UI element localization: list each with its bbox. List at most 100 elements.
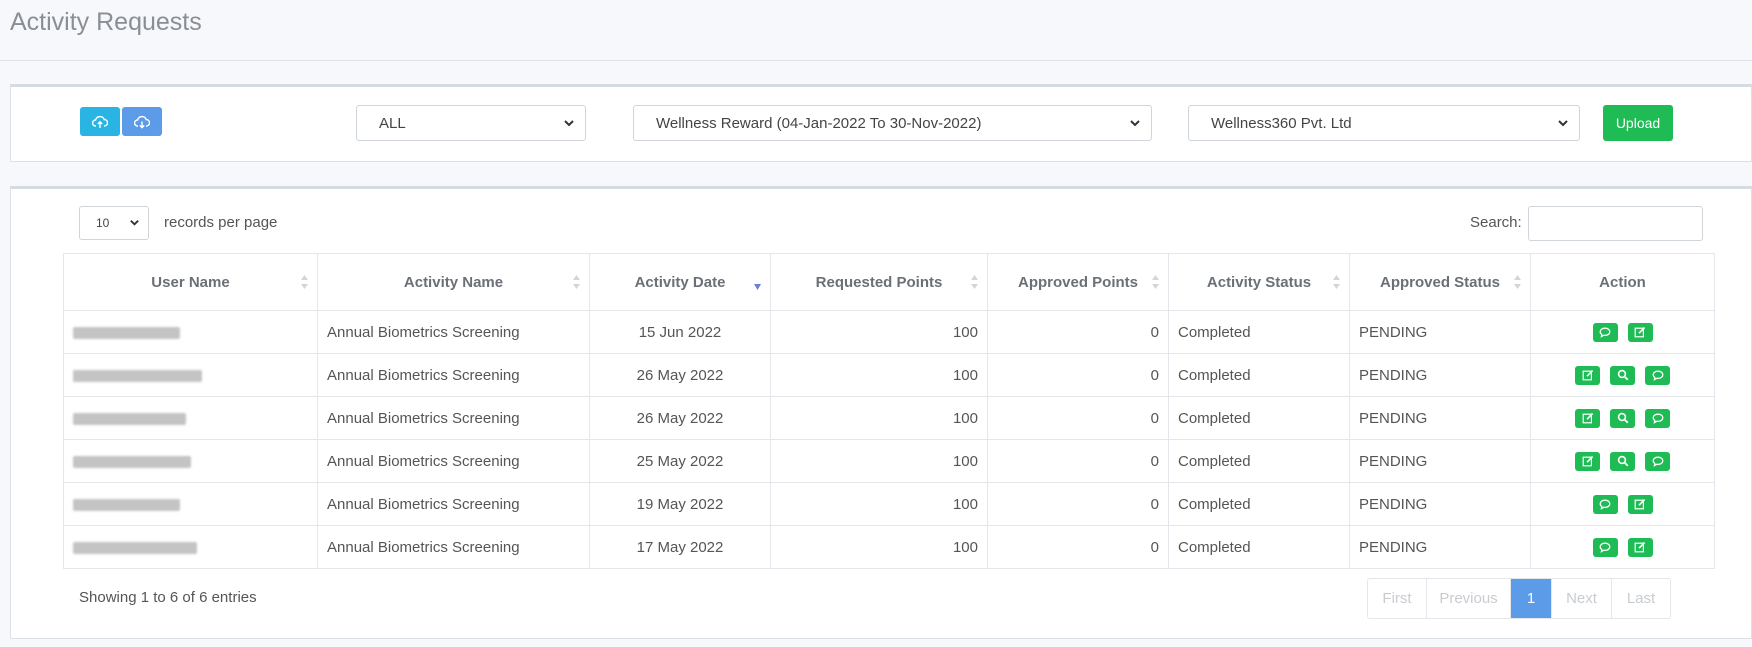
search-icon <box>1617 412 1628 424</box>
cell-approved-status: PENDING <box>1349 439 1531 483</box>
records-per-page-select[interactable]: 10 <box>79 206 149 240</box>
page-title: Activity Requests <box>10 8 202 36</box>
cloud-upload-icon <box>92 115 108 128</box>
edit-icon <box>1582 456 1593 467</box>
cell-activity-name: Annual Biometrics Screening <box>317 310 590 354</box>
search-button[interactable] <box>1610 408 1635 428</box>
comment-button[interactable] <box>1592 494 1618 514</box>
program-select-value: Wellness Reward (04-Jan-2022 To 30-Nov-2… <box>656 114 982 132</box>
column-header-action: Action <box>1530 253 1715 311</box>
cell-user-name <box>63 353 318 397</box>
cell-action <box>1530 482 1715 526</box>
filter-panel: ALL Wellness Reward (04-Jan-2022 To 30-N… <box>10 84 1752 162</box>
edit-button[interactable] <box>1575 365 1600 385</box>
cell-action <box>1530 353 1715 397</box>
comment-button[interactable] <box>1592 322 1618 342</box>
table-panel: 10 records per page Search: User Name Ac… <box>10 186 1752 639</box>
cell-action <box>1530 525 1715 569</box>
activity-requests-table: User Name Activity Name Activity Date Re… <box>63 253 1715 569</box>
download-cloud-button[interactable] <box>122 107 162 136</box>
sort-icon <box>1333 275 1340 289</box>
edit-button[interactable] <box>1627 537 1653 557</box>
upload-button[interactable]: Upload <box>1603 105 1673 141</box>
edit-button[interactable] <box>1575 451 1600 471</box>
edit-icon <box>1582 370 1593 381</box>
records-per-page-value: 10 <box>96 216 110 230</box>
pagination-first[interactable]: First <box>1368 579 1427 618</box>
redacted-user-name <box>73 498 180 511</box>
edit-button[interactable] <box>1575 408 1600 428</box>
redacted-user-name <box>73 326 180 339</box>
table-row: Annual Biometrics Screening 19 May 2022 10… <box>63 482 1715 526</box>
cell-activity-date: 26 May 2022 <box>589 396 771 440</box>
pagination-previous[interactable]: Previous <box>1427 579 1511 618</box>
cell-activity-name: Annual Biometrics Screening <box>317 353 590 397</box>
type-select[interactable]: ALL <box>356 105 586 141</box>
cell-approved-points: 0 <box>987 396 1169 440</box>
search-input[interactable] <box>1528 206 1703 241</box>
cell-requested-points: 100 <box>770 310 988 354</box>
chevron-down-icon <box>130 220 139 226</box>
cell-approved-status: PENDING <box>1349 310 1531 354</box>
program-select[interactable]: Wellness Reward (04-Jan-2022 To 30-Nov-2… <box>633 105 1152 141</box>
cell-user-name <box>63 439 318 483</box>
cell-approved-points: 0 <box>987 525 1169 569</box>
edit-button[interactable] <box>1627 494 1653 514</box>
column-header-activity-status[interactable]: Activity Status <box>1168 253 1350 311</box>
cell-activity-status: Completed <box>1168 482 1350 526</box>
company-select-value: Wellness360 Pvt. Ltd <box>1211 114 1352 132</box>
comment-button[interactable] <box>1645 365 1670 385</box>
type-select-value: ALL <box>379 114 406 132</box>
table-header-row: User Name Activity Name Activity Date Re… <box>63 253 1715 311</box>
edit-icon <box>1634 542 1646 553</box>
cell-action <box>1530 310 1715 354</box>
table-row: Annual Biometrics Screening 15 Jun 2022 10… <box>63 310 1715 354</box>
column-header-approved-status[interactable]: Approved Status <box>1349 253 1531 311</box>
table-body: Annual Biometrics Screening 15 Jun 2022 10… <box>63 310 1715 569</box>
cell-activity-date: 19 May 2022 <box>589 482 771 526</box>
search-button[interactable] <box>1610 451 1635 471</box>
comment-button[interactable] <box>1645 408 1670 428</box>
cell-activity-status: Completed <box>1168 439 1350 483</box>
search-icon <box>1617 455 1628 467</box>
cell-approved-points: 0 <box>987 353 1169 397</box>
pagination: First Previous 1 Next Last <box>1367 578 1671 619</box>
sort-icon <box>573 275 580 289</box>
chevron-down-icon <box>1130 120 1140 127</box>
cell-approved-status: PENDING <box>1349 525 1531 569</box>
column-header-user-name[interactable]: User Name <box>63 253 318 311</box>
table-row: Annual Biometrics Screening 26 May 2022 10… <box>63 353 1715 397</box>
comment-button[interactable] <box>1645 451 1670 471</box>
edit-icon <box>1634 499 1646 510</box>
comment-icon <box>1652 370 1663 381</box>
cell-activity-status: Completed <box>1168 353 1350 397</box>
sort-desc-icon <box>754 284 761 290</box>
cell-action <box>1530 439 1715 483</box>
cell-activity-status: Completed <box>1168 525 1350 569</box>
edit-button[interactable] <box>1627 322 1653 342</box>
search-icon <box>1617 369 1628 381</box>
pagination-last[interactable]: Last <box>1612 579 1670 618</box>
column-header-activity-name[interactable]: Activity Name <box>317 253 590 311</box>
redacted-user-name <box>73 369 202 382</box>
sort-icon <box>971 275 978 289</box>
redacted-user-name <box>73 412 186 425</box>
pagination-next[interactable]: Next <box>1552 579 1612 618</box>
cell-requested-points: 100 <box>770 525 988 569</box>
search-button[interactable] <box>1610 365 1635 385</box>
cell-activity-date: 26 May 2022 <box>589 353 771 397</box>
records-per-page-label: records per page <box>164 214 278 231</box>
cell-requested-points: 100 <box>770 396 988 440</box>
cell-approved-status: PENDING <box>1349 482 1531 526</box>
company-select[interactable]: Wellness360 Pvt. Ltd <box>1188 105 1580 141</box>
comment-button[interactable] <box>1592 537 1618 557</box>
cell-requested-points: 100 <box>770 439 988 483</box>
column-header-approved-points[interactable]: Approved Points <box>987 253 1169 311</box>
comment-icon <box>1599 327 1611 338</box>
pagination-page-1[interactable]: 1 <box>1511 579 1552 618</box>
column-header-activity-date[interactable]: Activity Date <box>589 253 771 311</box>
upload-cloud-button[interactable] <box>80 107 120 136</box>
column-header-requested-points[interactable]: Requested Points <box>770 253 988 311</box>
search-label: Search: <box>1470 214 1522 231</box>
chevron-down-icon <box>564 120 574 127</box>
